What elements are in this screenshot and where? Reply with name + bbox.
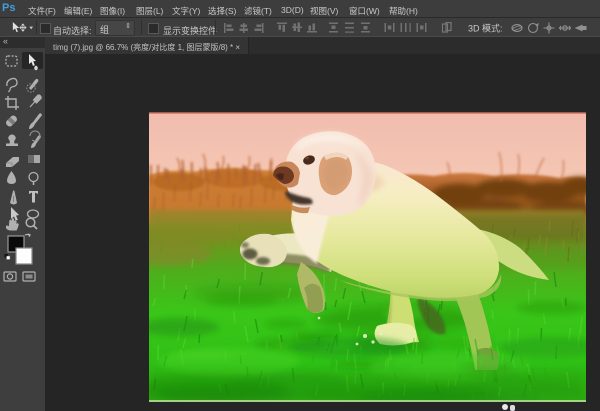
svg-text:3D 模式:: 3D 模式:: [468, 23, 503, 34]
